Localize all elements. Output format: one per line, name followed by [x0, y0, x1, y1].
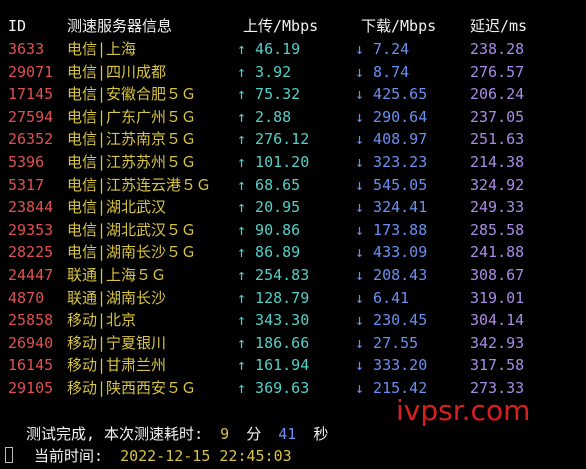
server-id: 25858: [8, 311, 54, 330]
latency-value: 324.92: [470, 175, 525, 194]
time-value: 2022-12-15 22:45:03: [120, 447, 292, 465]
server-node: 电信|湖北武汉: [67, 198, 167, 217]
download-value: ↓ 545.05: [355, 175, 428, 194]
upload-value: ↑ 68.65: [237, 175, 301, 194]
server-node: 联通|湖南长沙: [67, 288, 167, 307]
server-node: 电信|江苏苏州５Ｇ: [67, 153, 197, 171]
latency-value: 241.88: [470, 243, 525, 262]
server-id: 29071: [8, 62, 54, 81]
terminal-window: ID 测速服务器信息 上传/Mbps 下载/Mbps 延迟/ms 3633 电信|…: [0, 0, 586, 469]
header-download: 下载/Mbps: [361, 17, 437, 35]
server-node: 联通|上海５Ｇ: [67, 266, 167, 284]
latency-value: 276.57: [470, 62, 525, 81]
server-node: 电信|江苏连云港５Ｇ: [67, 175, 212, 194]
summary-line: 测试完成, 本次测速耗时: 9 分 41 秒: [26, 423, 328, 445]
download-value: ↓ 173.88: [355, 220, 428, 239]
server-node: 移动|甘肃兰州: [67, 356, 167, 375]
server-id: 26352: [8, 130, 54, 149]
download-value: ↓ 230.45: [355, 311, 428, 330]
upload-value: ↑ 2.88: [237, 107, 292, 126]
server-node: 电信|江苏南京５Ｇ: [67, 130, 197, 149]
latency-value: 319.01: [470, 288, 525, 307]
upload-value: ↑ 90.86: [237, 220, 301, 239]
server-id: 23844: [8, 198, 54, 217]
latency-value: 317.58: [470, 356, 525, 375]
download-value: ↓ 7.24: [355, 40, 410, 58]
download-value: ↓ 6.41: [355, 288, 410, 307]
upload-value: ↑ 101.20: [237, 153, 310, 171]
server-id: 3633: [8, 40, 45, 58]
download-value: ↓ 290.64: [355, 107, 428, 126]
done-label: 测试完成, 本次测速耗时:: [26, 425, 204, 443]
server-node: 电信|上海: [67, 40, 137, 58]
upload-value: ↑ 186.66: [237, 333, 310, 352]
server-node: 移动|陕西西安５Ｇ: [67, 379, 197, 397]
download-value: ↓ 425.65: [355, 85, 428, 104]
server-node: 移动|宁夏银川: [67, 333, 167, 352]
download-value: ↓ 433.09: [355, 243, 428, 262]
server-id: 26940: [8, 333, 54, 352]
header-latency: 延迟/ms: [470, 17, 528, 35]
server-id: 29353: [8, 220, 54, 239]
server-id: 5317: [8, 175, 45, 194]
latency-value: 249.33: [470, 198, 525, 217]
download-value: ↓ 8.74: [355, 62, 410, 81]
server-node: 电信|湖南长沙５Ｇ: [67, 243, 197, 262]
latency-value: 285.58: [470, 220, 525, 239]
download-value: ↓ 408.97: [355, 130, 428, 149]
download-value: ↓ 27.55: [355, 333, 419, 352]
upload-value: ↑ 369.63: [237, 379, 310, 397]
terminal-cursor: [5, 447, 13, 463]
server-id: 5396: [8, 153, 45, 171]
minutes-unit: 分: [246, 425, 262, 443]
seconds-value: 41: [278, 425, 297, 443]
latency-value: 251.63: [470, 130, 525, 149]
header-upload: 上传/Mbps: [243, 17, 319, 35]
server-id: 24447: [8, 266, 54, 284]
upload-value: ↑ 254.83: [237, 266, 310, 284]
header-id: ID: [8, 17, 27, 35]
latency-value: 237.05: [470, 107, 525, 126]
header-node: 测速服务器信息: [67, 17, 173, 35]
time-line: 当前时间: 2022-12-15 22:45:03: [26, 445, 292, 467]
upload-value: ↑ 75.32: [237, 85, 301, 104]
server-id: 27594: [8, 107, 54, 126]
download-value: ↓ 323.23: [355, 153, 428, 171]
server-id: 28225: [8, 243, 54, 262]
watermark: ivpsr.com: [396, 394, 531, 427]
upload-value: ↑ 161.94: [237, 356, 310, 375]
server-id: 29105: [8, 379, 54, 397]
upload-value: ↑ 128.79: [237, 288, 310, 307]
download-value: ↓ 324.41: [355, 198, 428, 217]
latency-value: 304.14: [470, 311, 525, 330]
latency-value: 206.24: [470, 85, 525, 104]
upload-value: ↑ 46.19: [237, 40, 301, 58]
download-value: ↓ 208.43: [355, 266, 428, 284]
upload-value: ↑ 3.92: [237, 62, 292, 81]
server-node: 电信|湖北武汉５Ｇ: [67, 220, 197, 239]
server-id: 16145: [8, 356, 54, 375]
seconds-unit: 秒: [313, 425, 329, 443]
latency-value: 214.38: [470, 153, 525, 171]
latency-value: 238.28: [470, 40, 525, 58]
upload-value: ↑ 343.30: [237, 311, 310, 330]
server-node: 电信|安徽合肥５Ｇ: [67, 85, 197, 104]
latency-value: 308.67: [470, 266, 525, 284]
time-label: 当前时间:: [34, 447, 104, 465]
server-id: 4870: [8, 288, 45, 307]
minutes-value: 9: [220, 425, 230, 443]
latency-value: 342.93: [470, 333, 525, 352]
upload-value: ↑ 276.12: [237, 130, 310, 149]
download-value: ↓ 333.20: [355, 356, 428, 375]
server-node: 移动|北京: [67, 311, 137, 330]
server-node: 电信|广东广州５Ｇ: [67, 107, 197, 126]
server-id: 17145: [8, 85, 54, 104]
upload-value: ↑ 86.89: [237, 243, 301, 262]
upload-value: ↑ 20.95: [237, 198, 301, 217]
server-node: 电信|四川成都: [67, 62, 167, 81]
